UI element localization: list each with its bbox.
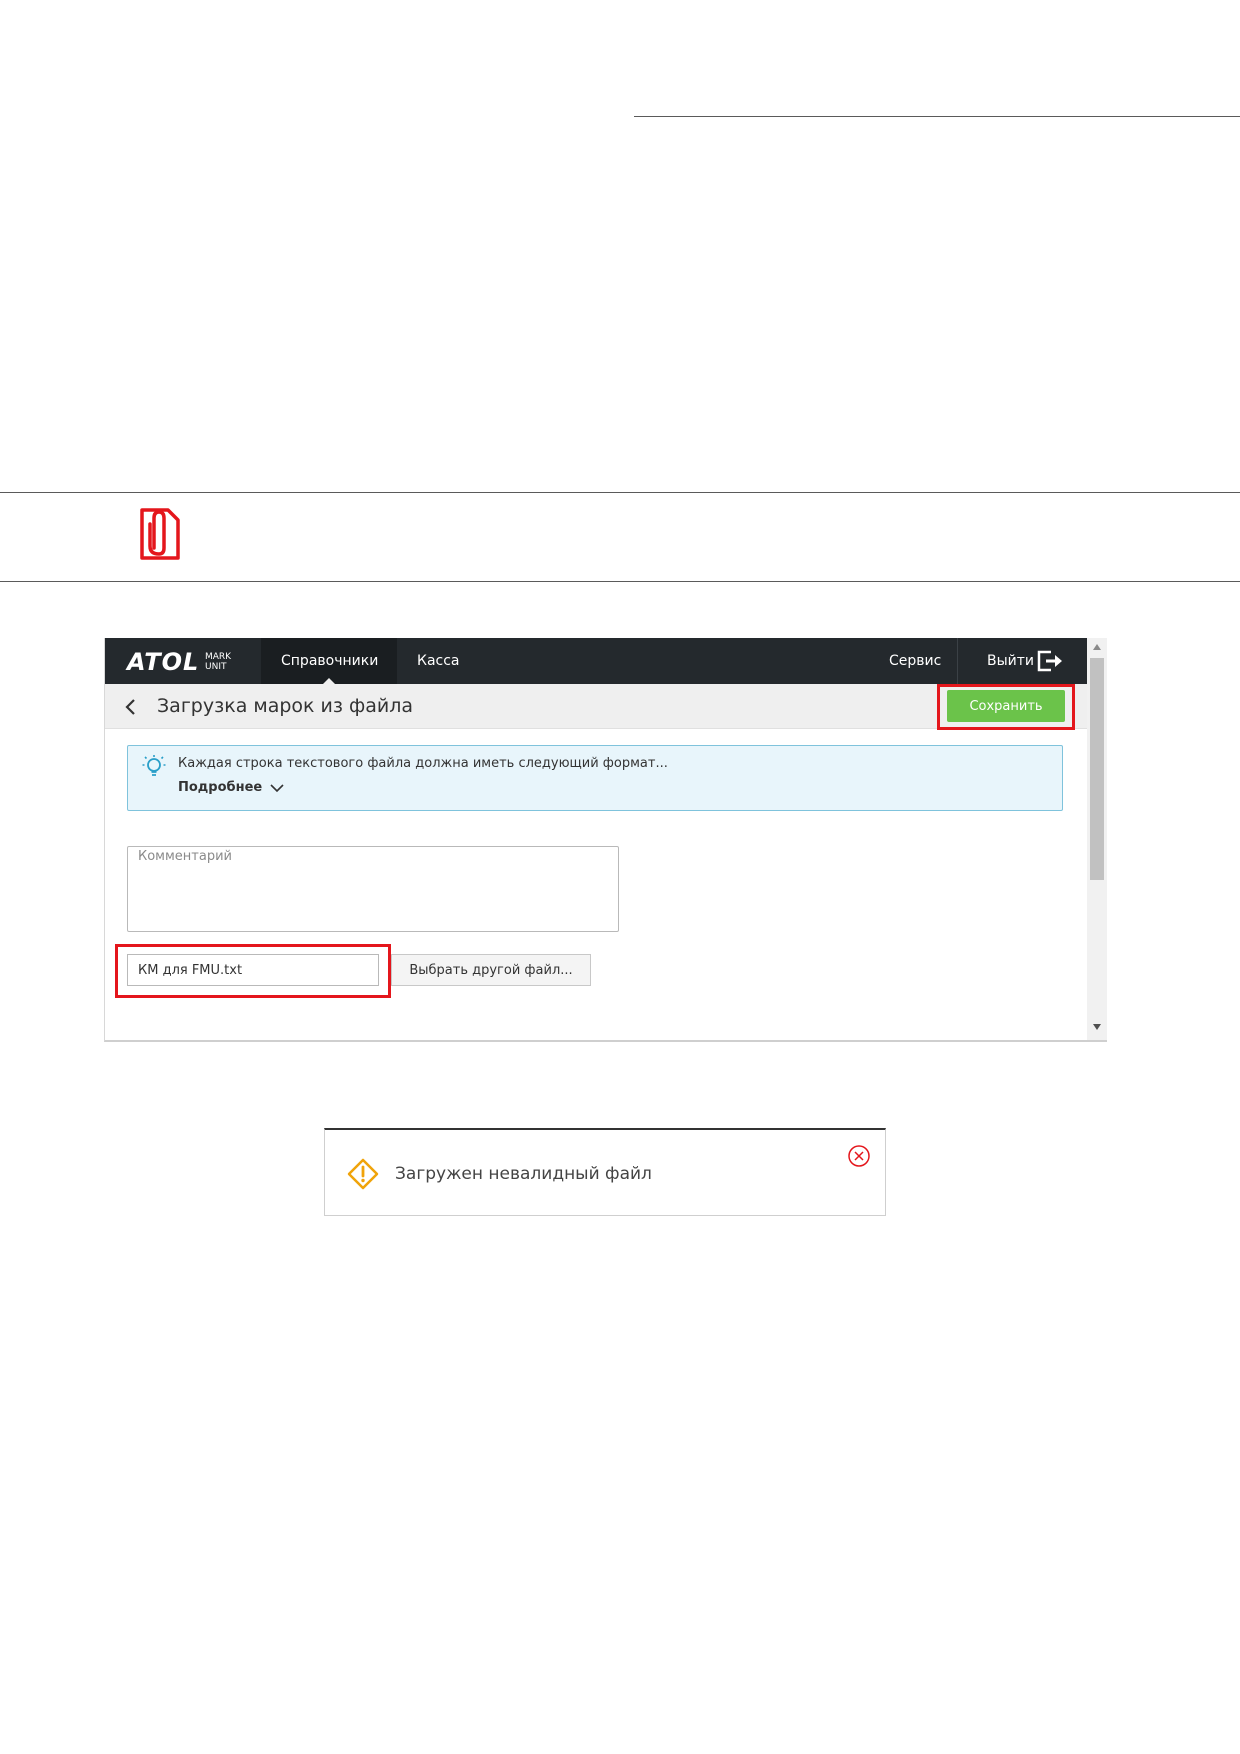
file-highlight [115, 944, 391, 998]
page-title: Загрузка марок из файла [157, 695, 414, 717]
chevron-down-icon[interactable] [270, 783, 284, 793]
note-bottom-rule [0, 581, 1240, 582]
scroll-up-arrow[interactable] [1093, 644, 1101, 650]
scrollbar-thumb[interactable] [1090, 658, 1104, 880]
info-text: Каждая строка текстового файла должна им… [178, 756, 668, 771]
close-icon[interactable] [847, 1144, 871, 1168]
back-arrow-icon[interactable] [123, 698, 139, 716]
top-rule [634, 116, 1240, 117]
logo-subtitle: MARK UNIT [205, 652, 231, 672]
info-more-link[interactable]: Подробнее [178, 780, 262, 795]
comment-field[interactable] [127, 846, 619, 932]
nav-directories[interactable]: Справочники [261, 638, 397, 684]
save-highlight [937, 684, 1075, 730]
lightbulb-icon [142, 755, 166, 776]
scroll-down-arrow[interactable] [1093, 1024, 1101, 1030]
toast-message: Загружен невалидный файл [395, 1164, 652, 1184]
logo-sub-mark: MARK [205, 652, 232, 662]
top-navigation: ATOL MARK UNIT Справочники Касса Сервис … [105, 638, 1087, 684]
app-screenshot: ATOL MARK UNIT Справочники Касса Сервис … [104, 638, 1107, 1042]
logo-sub-unit: UNIT [205, 662, 227, 672]
info-panel: Каждая строка текстового файла должна им… [127, 745, 1063, 811]
choose-file-button[interactable]: Выбрать другой файл... [391, 954, 591, 986]
atol-logo: ATOL MARK UNIT [127, 650, 247, 674]
document-clip-icon [140, 508, 180, 560]
nav-cashdesk[interactable]: Касса [397, 638, 480, 684]
error-toast: Загружен невалидный файл [324, 1128, 886, 1216]
nav-logout[interactable]: Выйти [967, 638, 1034, 684]
warning-icon [347, 1158, 379, 1190]
note-top-rule [0, 492, 1240, 493]
logout-icon[interactable] [1037, 650, 1065, 672]
logo-text: ATOL [127, 648, 200, 676]
nav-service[interactable]: Сервис [869, 638, 961, 684]
